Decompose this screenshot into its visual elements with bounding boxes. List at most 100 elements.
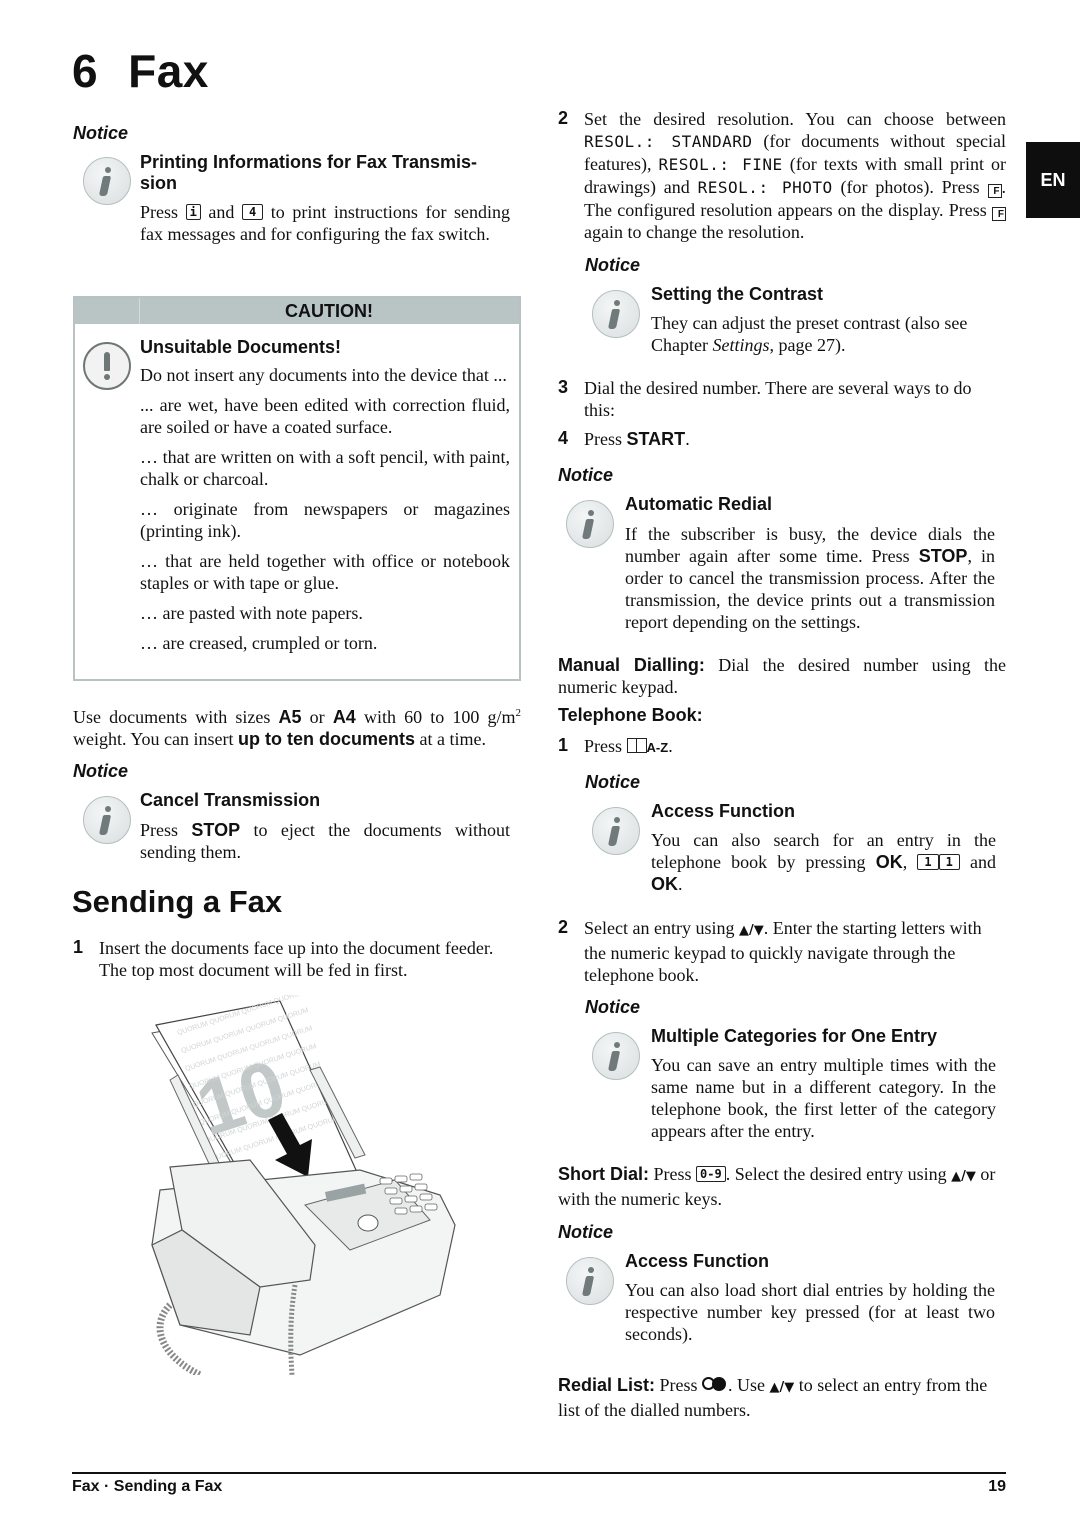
az-key-label: A-Z (646, 740, 669, 755)
notice-body-redial: If the subscriber is busy, the device di… (625, 523, 995, 633)
text: . (678, 874, 683, 894)
stop-key-label: STOP (918, 546, 968, 566)
page-number: 19 (988, 1478, 1006, 1495)
telephone-book-label: Telephone Book: (558, 705, 703, 725)
stop-key-label: STOP (191, 820, 241, 840)
heading-line: Printing Informations for Fax Transmis- (140, 152, 478, 172)
caution-title: CAUTION! (285, 301, 373, 321)
lcd-text-fine: RESOL.: FINE (658, 155, 783, 174)
redial-key-icon (702, 1377, 728, 1393)
caution-header-stub (75, 298, 140, 324)
caution-item: … are creased, crumpled or torn. (140, 633, 378, 653)
notice-body-access: You can also search for an entry in the … (651, 830, 997, 894)
short-dial-paragraph: Short Dial: Press 0-9. Select the desire… (558, 1163, 1006, 1210)
notice-label: Notice (73, 123, 129, 143)
text: again to change the resolution. (584, 222, 805, 242)
text: Use documents with sizes (73, 707, 271, 727)
text: Set the desired resolution. You can choo… (584, 109, 1006, 129)
resolution-key-icon: F (987, 184, 1002, 198)
up-down-arrows-icon: ▲/▼ (738, 923, 764, 938)
ok-key-label: OK (875, 852, 903, 872)
notice-body-contrast: They can adjust the preset contrast (als… (651, 312, 996, 356)
text: Press (140, 202, 179, 222)
bold-text: up to ten documents (238, 729, 415, 749)
notice-heading-access: Access Function (651, 801, 796, 821)
size-a4: A4 (332, 707, 356, 727)
chapter-number: 6 (72, 45, 99, 97)
start-key-label: START (626, 429, 686, 449)
text: with 60 to 100 g/m (363, 707, 516, 727)
fax-machine-illustration: 10 QUORUM QUORUM QUORUM QUORUM QUORUM QU… (151, 995, 456, 1375)
text: , page 27). (769, 335, 846, 355)
step-number: 2 (558, 108, 569, 128)
caution-heading: Unsuitable Documents! (140, 337, 342, 357)
key-4-icon: 4 (241, 204, 264, 220)
info-icon (592, 290, 640, 338)
step-3-text: Dial the desired number. There are sever… (584, 378, 972, 420)
info-icon (83, 796, 131, 844)
text: Press (584, 736, 623, 756)
section-title: Sending a Fax (72, 884, 283, 919)
size-a5: A5 (278, 707, 302, 727)
caution-box: CAUTION! Unsuitable Documents! Do not in… (73, 296, 521, 681)
step-2-resolution-text: Set the desired resolution. You can choo… (584, 108, 1007, 243)
text: and (970, 852, 997, 872)
footer-breadcrumb: Fax · Sending a Fax (72, 1478, 223, 1495)
language-tab: EN (1026, 142, 1080, 218)
caution-item: ... are wet, have been edited with corre… (140, 395, 510, 437)
step-number: 2 (558, 917, 569, 937)
text: Press (653, 1164, 692, 1184)
caution-item: … that are held together with office or … (140, 551, 510, 593)
caution-header: CAUTION! (75, 298, 519, 324)
caution-body: Do not insert any documents into the dev… (140, 364, 510, 662)
info-key-icon: i (185, 204, 201, 220)
notice-body-access-short-dial: You can also load short dial entries by … (625, 1280, 995, 1344)
manual-dialling-paragraph: Manual Dialling: Dial the desired number… (558, 654, 1006, 698)
text: . (668, 736, 673, 756)
step-4-text: Press START. (584, 428, 690, 450)
info-icon (592, 1032, 640, 1080)
exclamation-icon (83, 342, 131, 390)
info-icon (566, 1257, 614, 1305)
phonebook-step-2-text: Select an entry using ▲/▼. Enter the sta… (584, 917, 1006, 986)
notice-label: Notice (585, 772, 641, 792)
manual-dialling-label: Manual Dialling: (558, 655, 705, 675)
step-number: 1 (73, 937, 84, 957)
text: Select an entry using (584, 918, 735, 938)
caution-intro: Do not insert any documents into the dev… (140, 365, 507, 385)
text: at a time. (419, 729, 486, 749)
lcd-text-photo: RESOL.: PHOTO (697, 178, 833, 197)
footer-divider (72, 1472, 1006, 1474)
key-1-icon: 1 (938, 854, 960, 870)
key-1-icon: 1 (917, 854, 939, 870)
notice-heading-redial: Automatic Redial (625, 494, 773, 514)
text: . Select the desired entry using (725, 1164, 947, 1184)
notice-heading-cancel: Cancel Transmission (140, 790, 321, 810)
lcd-text-standard: RESOL.: STANDARD (584, 132, 753, 151)
chapter-name: Fax (128, 45, 209, 97)
step-number: 1 (558, 735, 569, 755)
step-number: 4 (558, 428, 569, 448)
superscript: 2 (515, 707, 522, 719)
redial-list-label: Redial List: (558, 1375, 656, 1395)
notice-heading-printing-info: Printing Informations for Fax Transmis- … (140, 152, 520, 194)
phonebook-step-1-text: Press A-Z. (584, 735, 673, 759)
notice-body-categories: You can save an entry multiple times wit… (651, 1055, 996, 1141)
ok-key-label: OK (651, 874, 678, 894)
notice-heading-categories: Multiple Categories for One Entry (651, 1026, 938, 1046)
notice-label: Notice (585, 997, 641, 1017)
chapter-reference: Settings (712, 335, 770, 355)
text: Press (140, 820, 179, 840)
text: and (208, 202, 235, 222)
notice-label: Notice (73, 761, 129, 781)
text: . (685, 429, 690, 449)
text: or (309, 707, 325, 727)
heading-line: sion (140, 173, 178, 193)
caution-item: … that are written on with a soft pencil… (140, 447, 510, 489)
step-number: 3 (558, 377, 569, 397)
notice-body-printing-info: Press i and 4 to print instructions for … (140, 201, 510, 245)
up-down-arrows-icon: ▲/▼ (951, 1169, 976, 1184)
text: Press (659, 1375, 698, 1395)
notice-body-cancel: Press STOP to eject the documents withou… (140, 819, 510, 863)
resolution-key-icon: F (992, 207, 1007, 221)
